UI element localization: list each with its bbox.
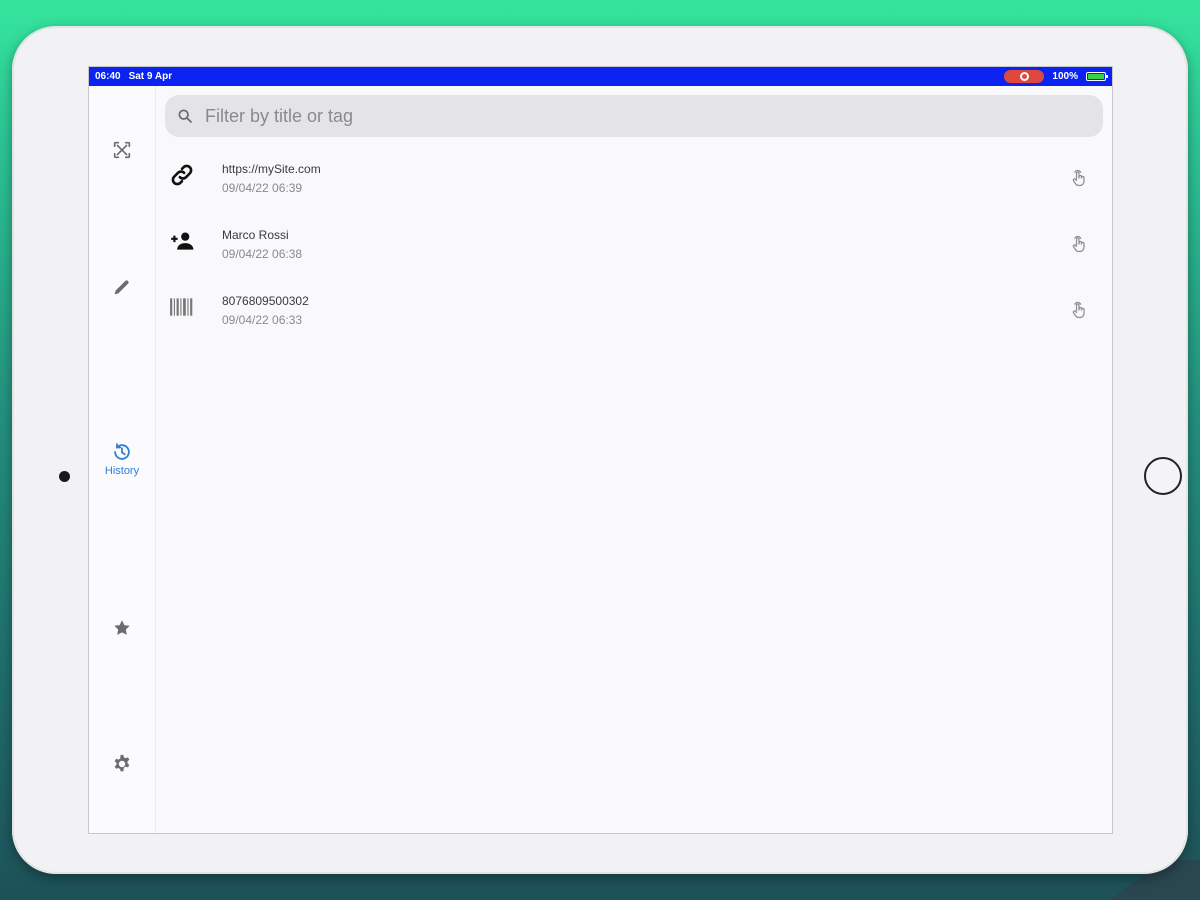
sidebar-item-settings[interactable]: [89, 753, 155, 775]
history-item-date: 09/04/22 06:39: [222, 181, 303, 195]
star-icon: [114, 620, 130, 635]
history-item-title: https://mySite.com: [222, 162, 321, 176]
sidebar: History: [89, 86, 156, 833]
gear-icon: [114, 754, 130, 772]
home-button[interactable]: [1144, 457, 1182, 495]
search-icon: [178, 109, 192, 123]
front-camera: [59, 471, 70, 482]
history-item-title: 8076809500302: [222, 294, 309, 308]
history-item-barcode[interactable]: 8076809500302 09/04/22 06:33: [156, 290, 1112, 350]
status-bar: 06:40 Sat 9 Apr 100%: [89, 67, 1112, 86]
sidebar-item-scan[interactable]: [89, 139, 155, 161]
search-bar[interactable]: [165, 95, 1103, 137]
main-content: https://mySite.com 09/04/22 06:39 Marco …: [156, 86, 1112, 833]
qr-scan-icon: [113, 141, 131, 159]
tap-hand-icon[interactable]: [1069, 168, 1089, 188]
status-right-group: 100%: [1004, 70, 1108, 83]
status-date: Sat 9 Apr: [128, 71, 173, 82]
history-item-title: Marco Rossi: [222, 228, 289, 242]
tap-hand-icon[interactable]: [1069, 234, 1089, 254]
search-input[interactable]: [203, 104, 1067, 128]
sidebar-item-favorites[interactable]: [89, 617, 155, 639]
screen-recording-indicator[interactable]: [1004, 70, 1045, 83]
pencil-icon: [114, 280, 129, 295]
history-item-contact[interactable]: Marco Rossi 09/04/22 06:38: [156, 224, 1112, 284]
status-time: 06:40: [95, 71, 121, 82]
add-contact-icon: [171, 232, 194, 250]
tap-hand-icon[interactable]: [1069, 300, 1089, 320]
battery-percent: 100%: [1052, 71, 1078, 82]
history-item-date: 09/04/22 06:33: [222, 313, 303, 327]
sidebar-item-create[interactable]: [89, 276, 155, 298]
history-item-link[interactable]: https://mySite.com 09/04/22 06:39: [156, 158, 1112, 218]
battery-icon: [1086, 72, 1108, 81]
sidebar-item-label: History: [104, 465, 140, 477]
link-icon: [171, 164, 193, 186]
barcode-icon: [170, 298, 193, 316]
history-icon: [114, 443, 130, 460]
sidebar-item-history[interactable]: History: [89, 441, 155, 477]
history-item-date: 09/04/22 06:38: [222, 247, 303, 261]
app-screen: 06:40 Sat 9 Apr 100% History Filter by t…: [88, 66, 1113, 834]
record-icon: [1019, 72, 1029, 81]
